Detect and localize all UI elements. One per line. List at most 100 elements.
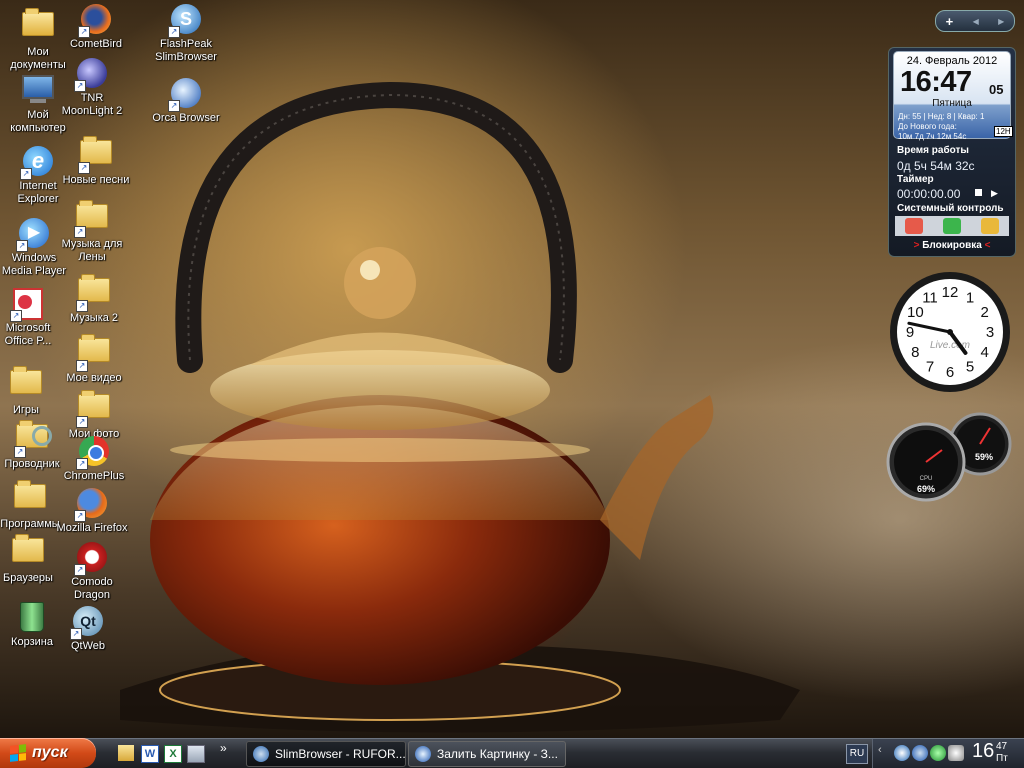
tray-network-icon[interactable] xyxy=(894,745,910,761)
desktop-icon-games[interactable]: Игры xyxy=(0,364,64,417)
tray-volume-icon[interactable] xyxy=(948,745,964,761)
clock-numeral: 7 xyxy=(926,359,934,376)
word-icon[interactable]: W xyxy=(141,745,159,763)
folder-icon: ↗ xyxy=(74,200,108,238)
cometbird-icon: ↗ xyxy=(78,4,112,38)
folder-icon xyxy=(12,534,44,570)
desktop-icon-label: Mozilla Firefox xyxy=(56,522,128,534)
comodo-dragon-icon: ↗ xyxy=(74,542,108,576)
desktop-icon-label: TNR MoonLight 2 xyxy=(61,92,123,117)
cpu-meter-gadget[interactable]: 59% CPU 69% xyxy=(886,410,1014,506)
desktop-icon-my-photos[interactable]: ↗ Мои фото xyxy=(56,388,132,441)
gadget-new-year-value: 10м 7д 7ч 12м 54с xyxy=(898,132,967,141)
tray-clock-day: Пт xyxy=(996,753,1008,764)
tray-clock-minute: 47 xyxy=(996,741,1008,752)
language-indicator[interactable]: RU xyxy=(846,744,868,764)
excel-icon[interactable]: X xyxy=(164,745,182,763)
clock-numeral: 5 xyxy=(966,359,974,376)
gadget-12h-toggle[interactable]: 12H xyxy=(994,126,1013,137)
windows-media-player-icon: ▶ ↗ xyxy=(16,218,50,252)
folder-icon: ↗ xyxy=(76,274,110,312)
gadget-seconds: 05 xyxy=(989,82,1004,97)
restart-icon[interactable] xyxy=(943,218,961,234)
gadget-time: 16:47 xyxy=(900,66,972,98)
task-label: Залить Картинку - З... xyxy=(437,747,558,761)
sidebar-nav: + ◀ ▶ xyxy=(935,10,1015,32)
calculator-icon[interactable] xyxy=(187,745,205,763)
shutdown-icon[interactable] xyxy=(905,218,923,234)
desktop-icon-cometbird[interactable]: ↗ CometBird xyxy=(58,4,134,51)
desktop-icon-music-for-lena[interactable]: ↗ Музыка для Лены xyxy=(54,198,130,264)
taskbar-button-orca[interactable]: Залить Картинку - З... xyxy=(408,741,566,767)
gadget-week-stats: Дн: 55 | Нед: 8 | Квар: 1 xyxy=(898,112,985,121)
desktop-icon-label: Orca Browser xyxy=(152,112,220,124)
desktop-icon-label: ChromePlus xyxy=(63,470,125,482)
desktop-icon-label: Музыка 2 xyxy=(69,312,119,324)
folder-icon xyxy=(10,366,42,402)
desktop-icon-slimbrowser[interactable]: S ↗ FlashPeak SlimBrowser xyxy=(148,4,224,64)
tray-clock-hour[interactable]: 16 xyxy=(972,740,994,763)
sidebar-next-button[interactable]: ▶ xyxy=(998,17,1004,26)
explorer-icon: ↗ xyxy=(14,420,52,458)
desktop-icon-qtweb[interactable]: Qt ↗ QtWeb xyxy=(50,606,126,653)
moonlight-icon: ↗ xyxy=(74,58,108,92)
show-desktop-icon[interactable] xyxy=(118,745,134,761)
folder-icon xyxy=(14,480,46,516)
lock-button[interactable]: > Блокировка < xyxy=(889,240,1015,251)
logoff-key-icon[interactable] xyxy=(981,218,999,234)
desktop-icon-label: Новые песни xyxy=(62,174,130,186)
start-label: пуск xyxy=(32,744,68,761)
chromeplus-icon: ↗ xyxy=(76,436,110,470)
desktop-icon-firefox[interactable]: ↗ Mozilla Firefox xyxy=(54,488,130,535)
clock-numeral: 11 xyxy=(922,289,938,306)
folder-icon: ↗ xyxy=(76,390,110,428)
firefox-icon: ↗ xyxy=(74,488,108,522)
desktop-icon-label: QtWeb xyxy=(70,640,106,652)
tray-utorrent-icon[interactable] xyxy=(930,745,946,761)
cpu-percent: 69% xyxy=(917,484,935,494)
clock-numeral: 1 xyxy=(966,289,974,306)
timer-value: 00:00:00.00 xyxy=(897,187,961,201)
desktop-icon-music-2[interactable]: ↗ Музыка 2 xyxy=(56,272,132,325)
tray-orca-icon[interactable] xyxy=(912,745,928,761)
desktop-icon-label: Игры xyxy=(13,404,39,416)
desktop-icon-label: CometBird xyxy=(70,38,122,50)
slimbrowser-icon xyxy=(253,746,269,762)
uptime-label: Время работы xyxy=(897,145,969,156)
quicklaunch-more-button[interactable]: » xyxy=(220,741,227,755)
desktop-icon-chromeplus[interactable]: ↗ ChromePlus xyxy=(56,436,132,483)
desktop-icon-comodo-dragon[interactable]: ↗ Comodo Dragon xyxy=(54,542,130,602)
analog-clock[interactable]: 12 1234567891011 Live.com xyxy=(888,270,1012,394)
taskbar-button-slimbrowser[interactable]: SlimBrowser - RUFOR... xyxy=(246,741,406,767)
clock-numeral: 9 xyxy=(906,324,914,341)
clock-numeral: 6 xyxy=(946,364,954,381)
clock-numeral: 3 xyxy=(986,324,994,341)
timer-stop-icon[interactable] xyxy=(975,189,982,196)
folder-icon: ↗ xyxy=(76,334,110,372)
gadget-new-year-label: До Нового года: xyxy=(898,122,957,131)
timer-label: Таймер xyxy=(897,174,934,185)
desktop-icon-label: Comodo Dragon xyxy=(71,576,113,601)
clock-numeral: 12 xyxy=(942,284,959,301)
system-control-bar xyxy=(895,216,1009,236)
add-gadget-button[interactable]: + xyxy=(946,14,954,29)
clock-gadget[interactable]: 24. Февраль 2012 16:47 05 Пятница Дн: 55… xyxy=(888,47,1016,257)
desktop-icon-label: Мое видео xyxy=(66,372,122,384)
desktop-icon-moonlight[interactable]: ↗ TNR MoonLight 2 xyxy=(54,58,130,118)
system-control-label: Системный контроль xyxy=(897,203,1004,214)
tray-expand-icon[interactable]: ‹ xyxy=(878,744,882,756)
clock-numeral: 8 xyxy=(911,344,919,361)
slimbrowser-icon: S ↗ xyxy=(168,4,202,38)
cpu-label: CPU xyxy=(920,476,933,482)
sidebar-prev-button[interactable]: ◀ xyxy=(973,17,979,26)
clock-numeral: 4 xyxy=(980,344,988,361)
desktop-icon-orca-browser[interactable]: ↗ Orca Browser xyxy=(148,78,224,125)
gadget-stats: Дн: 55 | Нед: 8 | Квар: 1 До Нового года… xyxy=(898,112,984,142)
lock-label: Блокировка xyxy=(922,240,982,251)
my-documents-icon xyxy=(22,8,54,44)
start-button[interactable]: пуск xyxy=(0,738,96,768)
memory-percent: 59% xyxy=(975,452,993,462)
desktop-icon-my-video[interactable]: ↗ Мое видео xyxy=(56,332,132,385)
timer-play-icon[interactable]: ▶ xyxy=(991,188,998,199)
desktop-icon-new-songs[interactable]: ↗ Новые песни xyxy=(58,134,134,187)
